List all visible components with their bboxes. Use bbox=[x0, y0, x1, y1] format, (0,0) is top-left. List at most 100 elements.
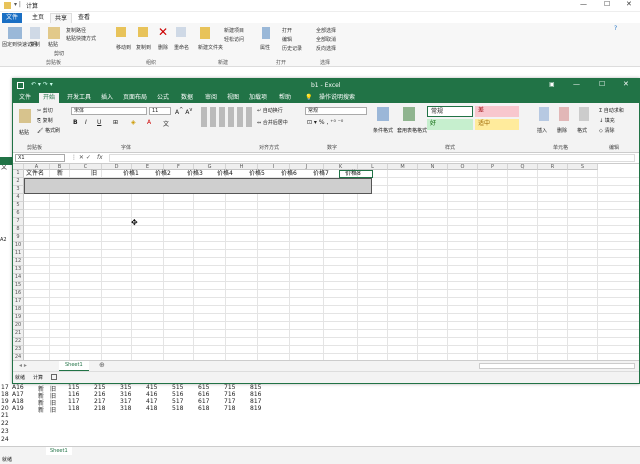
move-to-button[interactable]: 移动到 bbox=[116, 44, 131, 51]
row-header[interactable]: 6 bbox=[13, 210, 24, 218]
easy-access-button[interactable]: 轻松访问 bbox=[224, 36, 244, 43]
select-none-button[interactable]: 全部取消 bbox=[316, 36, 336, 43]
font-name-select[interactable]: 宋体 bbox=[71, 107, 147, 115]
close-icon[interactable]: ✕ bbox=[626, 0, 632, 8]
cut-button[interactable]: ✂ 剪切 bbox=[37, 107, 53, 114]
cut-button[interactable]: 剪切 bbox=[54, 50, 64, 57]
row-header[interactable]: 8 bbox=[13, 226, 24, 234]
copy-to-button[interactable]: 复制到 bbox=[136, 44, 151, 51]
copy-button[interactable]: 复制 bbox=[30, 41, 40, 48]
number-format-icons[interactable]: ⊡ ▾ % , ⁺⁰ ⁻⁰ bbox=[307, 119, 343, 126]
save-icon[interactable] bbox=[17, 82, 24, 89]
format-painter-button[interactable]: 🖌 格式刷 bbox=[37, 127, 60, 134]
bold-button[interactable]: B bbox=[73, 119, 78, 126]
format-cells-button[interactable]: 格式 bbox=[577, 127, 587, 134]
row-header[interactable]: 9 bbox=[13, 234, 24, 242]
active-cell[interactable] bbox=[339, 170, 373, 178]
column-header[interactable]: S bbox=[568, 164, 598, 170]
insert-cells-button[interactable]: 插入 bbox=[537, 127, 547, 134]
tab-developer[interactable]: 开发工具 bbox=[67, 93, 91, 103]
tab-formulas[interactable]: 公式 bbox=[157, 93, 169, 103]
row-header[interactable]: 13 bbox=[13, 266, 24, 274]
tab-share[interactable]: 共享 bbox=[50, 13, 73, 23]
header-cell[interactable]: 价格1 bbox=[123, 170, 139, 177]
tab-help[interactable]: 帮助 bbox=[279, 93, 291, 103]
tab-file[interactable]: 文件 bbox=[19, 93, 31, 103]
history-button[interactable]: 历史记录 bbox=[282, 45, 302, 52]
undo-icon[interactable]: ↶ ▾ ↷ ▾ bbox=[31, 81, 53, 88]
style-normal[interactable]: 常规 bbox=[427, 106, 473, 117]
font-color-icon[interactable]: A bbox=[147, 119, 151, 126]
fill-button[interactable]: ↓ 填充 bbox=[599, 117, 615, 124]
header-cell[interactable]: 文件名 bbox=[26, 170, 44, 177]
row-header[interactable]: 3 bbox=[13, 186, 24, 194]
tab-file[interactable]: 文件 bbox=[2, 13, 23, 23]
font-size-select[interactable]: 11 bbox=[149, 107, 171, 115]
header-cell[interactable]: 价格5 bbox=[249, 170, 265, 177]
macro-record-icon[interactable] bbox=[51, 374, 57, 380]
row-header[interactable]: 18 bbox=[13, 306, 24, 314]
header-cell[interactable]: 旧 bbox=[91, 170, 97, 177]
header-cell[interactable]: 新 bbox=[57, 170, 63, 177]
worksheet-grid[interactable]: A B C D E F G H I J K L M N O P Q R S 1 2 3 4 5 6 7 8 9 10 11 12 13 14 15… bbox=[13, 164, 639, 360]
tab-home[interactable]: 开始 bbox=[39, 93, 60, 103]
formula-bar-buttons[interactable]: ⋮ ✕ ✓ bbox=[71, 154, 91, 161]
row-header[interactable]: 16 bbox=[13, 290, 24, 298]
name-box[interactable]: X1 bbox=[15, 154, 65, 162]
cond-format-button[interactable]: 条件格式 bbox=[373, 127, 393, 134]
selected-range[interactable] bbox=[24, 178, 372, 194]
minimize-icon[interactable]: — bbox=[580, 0, 587, 8]
paste-shortcut-button[interactable]: 粘贴快捷方式 bbox=[66, 35, 96, 42]
tab-view[interactable]: 视图 bbox=[227, 93, 239, 103]
row-header[interactable]: 7 bbox=[13, 218, 24, 226]
open-button[interactable]: 打开 bbox=[282, 27, 292, 34]
row-header[interactable]: 15 bbox=[13, 282, 24, 290]
italic-button[interactable]: I bbox=[85, 119, 87, 126]
help-icon[interactable]: ? bbox=[614, 25, 617, 32]
new-item-button[interactable]: 新建项目 bbox=[224, 27, 244, 34]
column-header[interactable]: N bbox=[418, 164, 448, 170]
row-header[interactable]: 22 bbox=[13, 338, 24, 346]
header-cell[interactable]: 价格2 bbox=[155, 170, 171, 177]
column-header[interactable]: O bbox=[448, 164, 478, 170]
font-grow-icon[interactable]: A^ Av bbox=[175, 107, 192, 116]
column-header[interactable]: C bbox=[70, 164, 102, 170]
properties-button[interactable]: 属性 bbox=[260, 44, 270, 51]
invert-selection-button[interactable]: 反向选择 bbox=[316, 45, 336, 52]
row-header[interactable]: 21 bbox=[13, 330, 24, 338]
tab-page-layout[interactable]: 页面布局 bbox=[123, 93, 147, 103]
tab-insert[interactable]: 插入 bbox=[101, 93, 113, 103]
header-cell[interactable]: 价格6 bbox=[281, 170, 297, 177]
row-header[interactable]: 2 bbox=[13, 178, 24, 186]
tab-home[interactable]: 主页 bbox=[28, 13, 48, 23]
close-icon[interactable]: ✕ bbox=[623, 80, 629, 88]
row-header[interactable]: 19 bbox=[13, 314, 24, 322]
maximize-icon[interactable]: ☐ bbox=[599, 80, 605, 88]
column-header[interactable]: P bbox=[478, 164, 508, 170]
formula-input[interactable] bbox=[109, 154, 635, 162]
row-header[interactable]: 5 bbox=[13, 202, 24, 210]
style-good[interactable]: 好 bbox=[427, 119, 473, 130]
style-neutral[interactable]: 适中 bbox=[475, 119, 519, 130]
style-bad[interactable]: 差 bbox=[475, 106, 519, 117]
phonetic-icon[interactable]: 文 bbox=[163, 119, 169, 128]
tab-review[interactable]: 审阅 bbox=[205, 93, 217, 103]
tab-view[interactable]: 查看 bbox=[74, 13, 94, 23]
tell-me-search[interactable]: 操作说明搜索 bbox=[319, 93, 355, 103]
row-header[interactable]: 12 bbox=[13, 258, 24, 266]
merge-center-button[interactable]: ⇔ 合并后居中 bbox=[257, 119, 288, 126]
row-header[interactable]: 20 bbox=[13, 322, 24, 330]
tab-addins[interactable]: 加载项 bbox=[249, 93, 267, 103]
add-sheet-icon[interactable]: ⊕ bbox=[99, 361, 105, 369]
new-folder-button[interactable]: 新建文件夹 bbox=[198, 44, 223, 51]
underline-button[interactable]: U bbox=[97, 119, 101, 126]
autosum-button[interactable]: Σ 自动求和 bbox=[599, 107, 624, 114]
minimize-icon[interactable]: — bbox=[573, 80, 580, 88]
row-header[interactable]: 23 bbox=[13, 346, 24, 354]
column-header[interactable]: R bbox=[538, 164, 568, 170]
alignment-icons[interactable] bbox=[201, 107, 255, 127]
row-header[interactable]: 14 bbox=[13, 274, 24, 282]
row-header[interactable]: 11 bbox=[13, 250, 24, 258]
border-icon[interactable]: ⊞ bbox=[113, 119, 118, 126]
horizontal-scrollbar[interactable] bbox=[479, 363, 635, 369]
